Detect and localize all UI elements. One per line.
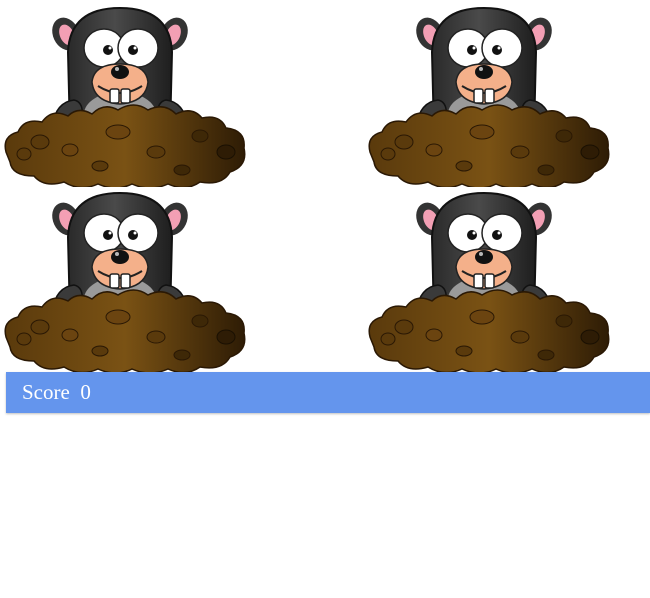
mole-hole-bottom-left[interactable] [0, 187, 250, 372]
mole-icon[interactable] [0, 187, 250, 372]
game-board [0, 0, 650, 372]
mole-icon[interactable] [364, 2, 614, 187]
score-bar: Score 0 [6, 372, 650, 413]
score-value: 0 [80, 380, 91, 404]
score-label: Score [22, 380, 76, 404]
mole-hole-top-right[interactable] [364, 2, 614, 187]
mole-icon[interactable] [0, 2, 250, 187]
mole-hole-bottom-right[interactable] [364, 187, 614, 372]
mole-hole-top-left[interactable] [0, 2, 250, 187]
mole-icon[interactable] [364, 187, 614, 372]
